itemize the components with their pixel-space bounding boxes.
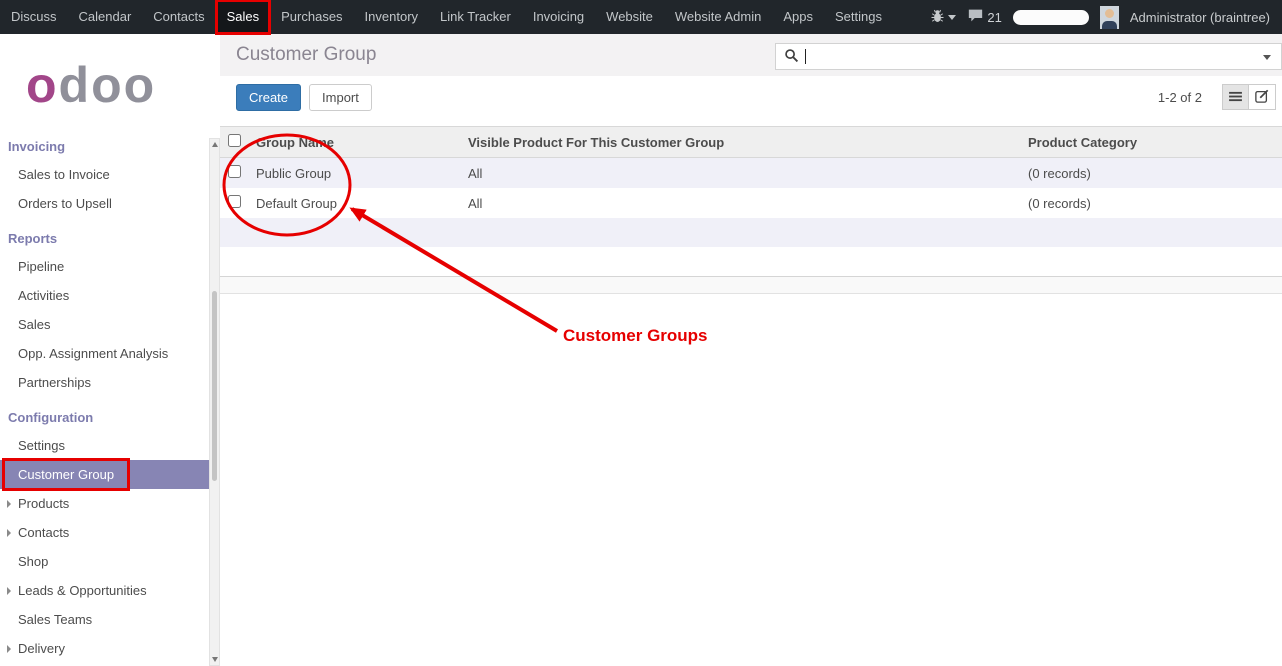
- sidebar-item-settings[interactable]: Settings: [0, 431, 210, 460]
- sidebar-scrollbar[interactable]: [209, 138, 220, 666]
- expand-arrow-icon: [7, 529, 11, 537]
- sidebar-item-sales[interactable]: Sales: [0, 310, 210, 339]
- cell-group-name[interactable]: Default Group: [248, 188, 460, 218]
- topbar-menu-settings[interactable]: Settings: [824, 0, 893, 34]
- logo-letters: doo: [59, 57, 157, 113]
- sidebar: odoo Invoicing Sales to Invoice Orders t…: [0, 34, 210, 666]
- sidebar-item-leads-opportunities[interactable]: Leads & Opportunities: [0, 576, 210, 605]
- cell-visible-product[interactable]: All: [460, 188, 1020, 218]
- logo-letter-accent: o: [26, 57, 59, 113]
- sidebar-item-label: Customer Group: [18, 467, 114, 482]
- sidebar-item-contacts[interactable]: Contacts: [0, 518, 210, 547]
- create-button[interactable]: Create: [236, 84, 301, 111]
- sidebar-section-reports: Reports: [0, 218, 210, 252]
- pager[interactable]: 1-2 of 2: [1158, 90, 1202, 105]
- cell-product-category[interactable]: (0 records): [1020, 158, 1282, 189]
- topbar-menu-purchases[interactable]: Purchases: [270, 0, 353, 34]
- cell-product-category[interactable]: (0 records): [1020, 188, 1282, 218]
- sidebar-item-shop[interactable]: Shop: [0, 547, 210, 576]
- table-row-public-group[interactable]: Public Group All (0 records): [220, 158, 1282, 189]
- topbar-menu-discuss[interactable]: Discuss: [0, 0, 68, 34]
- search-bar[interactable]: [775, 43, 1282, 70]
- topbar-menu-apps[interactable]: Apps: [772, 0, 824, 34]
- user-avatar[interactable]: [1100, 6, 1119, 29]
- scroll-down-arrow-icon[interactable]: [212, 657, 218, 662]
- sidebar-section-invoicing: Invoicing: [0, 126, 210, 160]
- empty-row: [220, 247, 1282, 276]
- control-panel-top: Customer Group: [220, 34, 1282, 76]
- column-header-product-category[interactable]: Product Category: [1020, 127, 1282, 158]
- list-footer-strip: [220, 277, 1282, 294]
- sidebar-item-partnerships[interactable]: Partnerships: [0, 368, 210, 397]
- cell-group-name[interactable]: Public Group: [248, 158, 460, 189]
- sidebar-item-orders-to-upsell[interactable]: Orders to Upsell: [0, 189, 210, 218]
- topbar-menu-invoicing[interactable]: Invoicing: [522, 0, 595, 34]
- expand-arrow-icon: [7, 500, 11, 508]
- search-input[interactable]: [806, 49, 1255, 64]
- row-checkbox[interactable]: [228, 165, 241, 178]
- column-header-visible-product[interactable]: Visible Product For This Customer Group: [460, 127, 1020, 158]
- list-icon: [1229, 90, 1242, 105]
- status-pill[interactable]: [1013, 10, 1089, 25]
- topbar-menu-website-admin[interactable]: Website Admin: [664, 0, 772, 34]
- select-all-checkbox-cell: [220, 127, 248, 158]
- sidebar-item-sales-teams[interactable]: Sales Teams: [0, 605, 210, 634]
- sidebar-section-configuration: Configuration: [0, 397, 210, 431]
- user-menu[interactable]: Administrator (braintree): [1130, 10, 1270, 25]
- sidebar-item-sales-to-invoice[interactable]: Sales to Invoice: [0, 160, 210, 189]
- bug-icon: [930, 9, 945, 26]
- expand-arrow-icon: [7, 645, 11, 653]
- sidebar-item-customer-group[interactable]: Customer Group: [0, 460, 210, 489]
- row-checkbox-cell: [220, 188, 248, 218]
- row-checkbox[interactable]: [228, 195, 241, 208]
- cell-visible-product[interactable]: All: [460, 158, 1020, 189]
- topbar-menu-contacts[interactable]: Contacts: [142, 0, 215, 34]
- messages-menu[interactable]: 21: [967, 8, 1001, 26]
- sidebar-item-label: Products: [18, 496, 69, 511]
- filter-caret-down-icon[interactable]: [1263, 55, 1271, 60]
- sidebar-item-activities[interactable]: Activities: [0, 281, 210, 310]
- scroll-up-arrow-icon[interactable]: [212, 142, 218, 147]
- sidebar-item-label: Leads & Opportunities: [18, 583, 147, 598]
- empty-row: [220, 218, 1282, 247]
- search-icon: [784, 48, 799, 66]
- sidebar-item-products[interactable]: Products: [0, 489, 210, 518]
- main-content: Customer Group Create Import 1-2 of 2: [220, 34, 1282, 666]
- topbar-menu-link-tracker[interactable]: Link Tracker: [429, 0, 522, 34]
- topbar-menu-calendar[interactable]: Calendar: [68, 0, 143, 34]
- topbar-menu-sales[interactable]: Sales: [216, 0, 271, 34]
- sidebar-item-label: Contacts: [18, 525, 69, 540]
- sidebar-item-opp-assignment-analysis[interactable]: Opp. Assignment Analysis: [0, 339, 210, 368]
- form-view-button[interactable]: [1249, 84, 1276, 110]
- expand-arrow-icon: [7, 587, 11, 595]
- scrollbar-thumb[interactable]: [212, 291, 217, 481]
- sidebar-item-delivery[interactable]: Delivery: [0, 634, 210, 663]
- column-header-group-name[interactable]: Group Name: [248, 127, 460, 158]
- page-title: Customer Group: [236, 44, 376, 66]
- edit-icon: [1255, 89, 1269, 106]
- customer-group-table: Group Name Visible Product For This Cust…: [220, 126, 1282, 277]
- table-header-row: Group Name Visible Product For This Cust…: [220, 127, 1282, 158]
- odoo-logo[interactable]: odoo: [0, 34, 210, 126]
- caret-down-icon: [948, 15, 956, 20]
- bug-menu[interactable]: [930, 9, 956, 26]
- chat-bubble-icon: [967, 8, 984, 26]
- list-view-button[interactable]: [1222, 84, 1249, 110]
- sidebar-item-pipeline[interactable]: Pipeline: [0, 252, 210, 281]
- table-row-default-group[interactable]: Default Group All (0 records): [220, 188, 1282, 218]
- control-panel-bottom: Create Import 1-2 of 2: [220, 76, 1282, 118]
- sidebar-item-label: Delivery: [18, 641, 65, 656]
- select-all-checkbox[interactable]: [228, 134, 241, 147]
- view-switcher: [1222, 84, 1276, 110]
- row-checkbox-cell: [220, 158, 248, 189]
- import-button[interactable]: Import: [309, 84, 372, 111]
- topbar: Discuss Calendar Contacts Sales Purchase…: [0, 0, 1282, 34]
- topbar-menu-website[interactable]: Website: [595, 0, 664, 34]
- topbar-menu-inventory[interactable]: Inventory: [354, 0, 429, 34]
- message-count: 21: [987, 10, 1001, 25]
